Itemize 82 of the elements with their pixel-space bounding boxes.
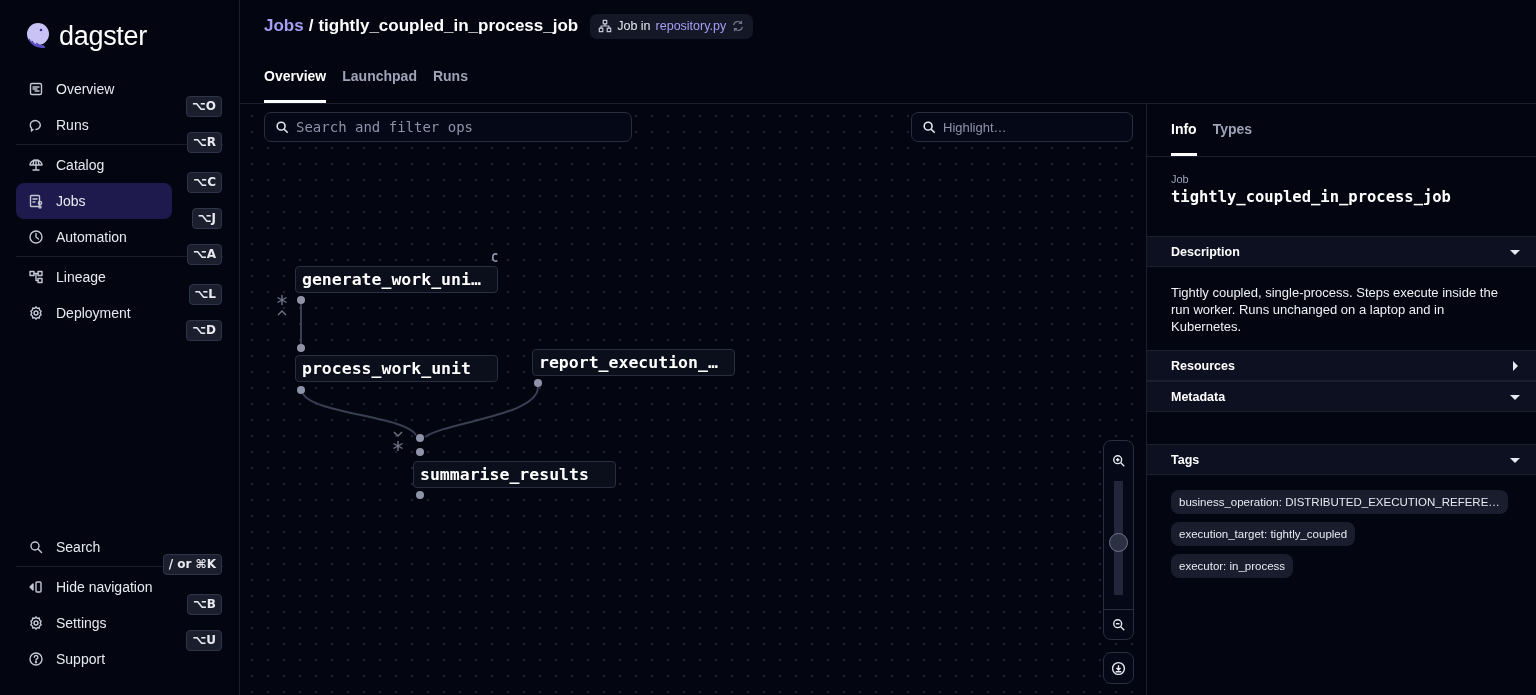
tag: executor: in_process — [1171, 554, 1294, 578]
umbrella-icon — [28, 157, 44, 173]
help-icon — [28, 651, 44, 667]
download-button[interactable] — [1103, 652, 1134, 684]
tab[interactable]: Runs — [432, 52, 468, 103]
chat-bubble-icon — [28, 117, 44, 133]
overview-icon — [28, 81, 44, 97]
repository-link[interactable]: repository.py — [655, 19, 727, 33]
slider-thumb[interactable] — [1109, 533, 1128, 552]
page-title: tightly_coupled_in_process_job — [318, 16, 579, 36]
nav-item[interactable]: Deployment — [16, 295, 172, 331]
asterisk-icon — [392, 440, 404, 452]
shortcut-tooltip: ⌥D — [186, 320, 222, 341]
logo-text: dagster — [59, 20, 147, 52]
tab[interactable]: Types — [1212, 104, 1253, 156]
nav-item[interactable]: Automation — [16, 219, 172, 255]
type-label: Job — [1171, 173, 1190, 185]
nav-item[interactable]: Settings — [16, 605, 172, 641]
op-node[interactable]: report_execution_… — [532, 349, 735, 376]
op-tag: C — [491, 251, 499, 265]
hierarchy-icon — [598, 19, 613, 33]
port-dot — [416, 448, 424, 456]
job-icon — [28, 193, 44, 209]
search-icon — [275, 120, 289, 134]
reload-icon[interactable] — [731, 19, 746, 33]
shortcut-tooltip: ⌥A — [186, 244, 222, 265]
section-header[interactable]: Resources — [1147, 350, 1536, 381]
port-dot — [416, 434, 424, 442]
breadcrumb-link[interactable]: Jobs — [264, 16, 304, 36]
lineage-icon — [28, 269, 44, 285]
shortcut-tooltip: / or ⌘K — [162, 554, 222, 575]
breadcrumb-separator: / — [308, 16, 314, 36]
nav-item[interactable]: Runs — [16, 107, 172, 143]
nav-item[interactable]: Support — [16, 641, 172, 677]
nav-item[interactable]: Lineage — [16, 259, 172, 295]
nav-item[interactable]: Jobs — [16, 183, 172, 219]
op-node[interactable]: generate_work_uni… — [295, 266, 498, 293]
port-dot — [534, 379, 542, 387]
zoom-in-icon — [1111, 453, 1126, 468]
nav-item[interactable]: Catalog — [16, 147, 172, 183]
section-title: Description — [1171, 244, 1240, 259]
shortcut-tooltip: ⌥J — [191, 208, 222, 229]
zoom-out-icon — [1111, 617, 1126, 632]
location-text: Job in — [617, 19, 651, 33]
edge-line — [300, 303, 302, 345]
section-title: Metadata — [1171, 389, 1226, 404]
tag: business_operation: DISTRIBUTED_EXECUTION_REFERE… — [1171, 490, 1508, 514]
clock-icon — [28, 229, 44, 245]
section-title: Resources — [1171, 358, 1235, 373]
nav-item[interactable]: Overview — [16, 71, 172, 107]
port-dot — [297, 386, 305, 394]
shortcut-tooltip: ⌥R — [186, 132, 222, 153]
search-icon — [922, 120, 936, 134]
section-header[interactable]: Description — [1147, 236, 1536, 267]
section-header[interactable]: Metadata — [1147, 381, 1536, 412]
hide-navigation-icon — [28, 579, 44, 595]
job-name: tightly_coupled_in_process_job — [1171, 188, 1452, 206]
highlight-field[interactable]: Highlight… — [911, 112, 1133, 142]
op-node[interactable]: process_work_unit — [295, 355, 498, 382]
tag: execution_target: tightly_coupled — [1171, 522, 1356, 546]
section-header[interactable]: Tags — [1147, 444, 1536, 475]
port-dot — [297, 296, 305, 304]
shortcut-tooltip: ⌥B — [187, 594, 222, 615]
port-dot — [297, 344, 305, 352]
shortcut-tooltip: ⌥O — [185, 96, 222, 117]
settings-icon — [28, 305, 44, 321]
tab[interactable]: Info — [1171, 104, 1197, 156]
search-field[interactable]: Search and filter ops — [264, 112, 632, 142]
shortcut-tooltip: ⌥L — [188, 284, 222, 305]
chevron-icon — [393, 431, 403, 437]
port-dot — [416, 491, 424, 499]
description-text: Tightly coupled, single-process. Steps execute inside the run worker. Runs unchanged on a laptop and in Kubernetes. — [1170, 284, 1499, 336]
shortcut-tooltip: ⌥U — [186, 630, 222, 651]
settings-icon — [28, 615, 44, 631]
chevron-icon — [277, 310, 287, 316]
download-icon — [1111, 660, 1126, 676]
asterisk-icon — [276, 294, 288, 306]
search-icon — [28, 539, 44, 555]
section-title: Tags — [1171, 452, 1200, 467]
shortcut-tooltip: ⌥C — [187, 172, 222, 193]
op-node[interactable]: summarise_results — [413, 461, 616, 488]
tab[interactable]: Launchpad — [342, 52, 417, 103]
